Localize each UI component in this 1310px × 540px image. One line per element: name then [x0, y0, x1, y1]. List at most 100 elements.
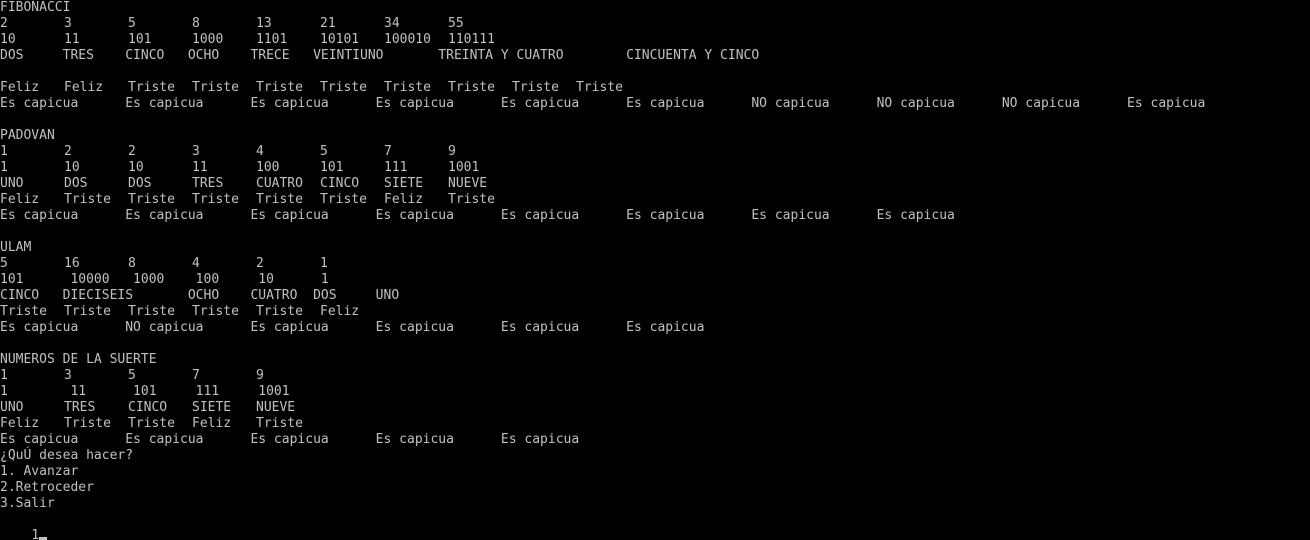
console-line: Feliz Feliz Triste Triste Triste Triste Triste… [0, 80, 1310, 96]
console-cell: 55 [448, 16, 464, 31]
console-cell: Triste [256, 192, 303, 207]
console-output: FIBONACCI 2 3 5 8 13 21 34 55 10 11 101 1000 1101 1010… [0, 0, 1310, 512]
console-cell: NUEVE [448, 176, 488, 191]
console-cell: Feliz [64, 80, 104, 95]
input-text[interactable]: 1 [31, 528, 39, 540]
console-line: Triste Triste Triste Triste Triste Feliz [0, 304, 1310, 320]
console-cell: 1101 [256, 32, 288, 47]
console-cell: Feliz [0, 416, 40, 431]
console-text: 3.Salir [0, 496, 55, 511]
console-line: 1 11 101 111 1001 [0, 384, 1310, 400]
console-cell: 4 [192, 256, 200, 271]
console-line: UNO TRES CINCO SIETE NUEVE [0, 400, 1310, 416]
console-cell: Triste [192, 192, 239, 207]
console-window[interactable]: FIBONACCI 2 3 5 8 13 21 34 55 10 11 101 1000 1101 1010… [0, 0, 1310, 540]
console-cell: 16 [64, 256, 80, 271]
console-cell: Feliz [0, 80, 40, 95]
console-line: ¿QuÚ desea hacer? [0, 448, 1310, 464]
console-line: 1 3 5 7 9 [0, 368, 1310, 384]
console-cell: 11 [64, 32, 80, 47]
console-line: Es capicua Es capicua Es capicua Es capi… [0, 432, 1310, 448]
console-cell: Triste [128, 80, 175, 95]
console-cell: SIETE [192, 400, 232, 415]
console-line: Es capicua NO capicua Es capicua Es capi… [0, 320, 1310, 336]
console-cell: SIETE [384, 176, 424, 191]
console-cell: Triste [64, 192, 111, 207]
console-line: 1 2 2 3 4 5 7 9 [0, 144, 1310, 160]
console-line: Es capicua Es capicua Es capicua Es capi… [0, 208, 1310, 224]
console-text: 101 10000 1000 100 10 1 [0, 272, 329, 287]
console-cell: 34 [384, 16, 400, 31]
console-cell: TRES [64, 400, 96, 415]
console-cell: Triste [192, 304, 239, 319]
console-cell: Triste [384, 80, 431, 95]
console-cell: 3 [64, 368, 72, 383]
console-cell: Feliz [384, 192, 424, 207]
console-line: FIBONACCI [0, 0, 1310, 16]
console-cell: 8 [192, 16, 200, 31]
console-cell: Triste [64, 304, 111, 319]
console-cell: Triste [128, 416, 175, 431]
console-cell: UNO [0, 400, 24, 415]
console-cell: CUATRO [256, 176, 303, 191]
console-text: DOS TRES CINCO OCHO TRECE VEINTIUNO TREI… [0, 48, 760, 63]
console-text: Es capicua NO capicua Es capicua Es capi… [0, 320, 705, 335]
console-cell: CINCO [320, 176, 360, 191]
console-line: 1. Avanzar [0, 464, 1310, 480]
console-cell: 1 [0, 368, 8, 383]
console-text: ¿QuÚ desea hacer? [0, 448, 134, 463]
console-line: CINCO DIECISEIS OCHO CUATRO DOS UNO [0, 288, 1310, 304]
console-cell: TRES [192, 176, 224, 191]
console-cell: 1 [0, 144, 8, 159]
console-text: 2.Retroceder [0, 480, 94, 495]
console-cell: 1000 [192, 32, 224, 47]
console-cell: 13 [256, 16, 272, 31]
console-cell: Triste [256, 80, 303, 95]
console-cell: 7 [192, 368, 200, 383]
console-line: Es capicua Es capicua Es capicua Es capi… [0, 96, 1310, 112]
console-cell: 5 [0, 256, 8, 271]
console-cell: 1 [0, 160, 8, 175]
console-text: Es capicua Es capicua Es capicua Es capi… [0, 96, 1206, 111]
console-cell: 110111 [448, 32, 495, 47]
console-cell: 2 [128, 144, 136, 159]
console-cell: Triste [192, 80, 239, 95]
console-cell: 9 [256, 368, 264, 383]
console-cell: 100 [256, 160, 280, 175]
console-line: 10 11 101 1000 1101 10101 100010 110111 [0, 32, 1310, 48]
console-cell: Feliz [0, 192, 40, 207]
input-line[interactable]: 1 [0, 512, 1310, 540]
console-cell: 2 [256, 256, 264, 271]
console-cell: 3 [64, 16, 72, 31]
console-cell: Triste [64, 416, 111, 431]
console-cell: Triste [320, 192, 367, 207]
console-cell: DOS [64, 176, 88, 191]
console-cell: 5 [128, 368, 136, 383]
console-cell: 101 [128, 32, 152, 47]
console-text: ULAM [0, 240, 32, 255]
console-cell: Triste [448, 192, 495, 207]
console-cell: Triste [128, 304, 175, 319]
console-line: 2 3 5 8 13 21 34 55 [0, 16, 1310, 32]
console-line: 101 10000 1000 100 10 1 [0, 272, 1310, 288]
console-cell: 100010 [384, 32, 431, 47]
console-cell: 5 [128, 16, 136, 31]
console-cell: UNO [0, 176, 24, 191]
console-cell: 5 [320, 144, 328, 159]
console-line: NUMEROS DE LA SUERTE [0, 352, 1310, 368]
console-text: 1 11 101 111 1001 [0, 384, 290, 399]
console-cell: NUEVE [256, 400, 296, 415]
console-line: Feliz Triste Triste Feliz Triste [0, 416, 1310, 432]
console-text: 1. Avanzar [0, 464, 79, 479]
console-cell: Triste [0, 304, 47, 319]
console-line: 1 10 10 11 100 101 111 1001 [0, 160, 1310, 176]
console-line: DOS TRES CINCO OCHO TRECE VEINTIUNO TREI… [0, 48, 1310, 64]
console-cell: 9 [448, 144, 456, 159]
console-cell: 2 [64, 144, 72, 159]
console-cell: 10 [0, 32, 16, 47]
console-text: PADOVAN [0, 128, 55, 143]
console-cell: Feliz [192, 416, 232, 431]
